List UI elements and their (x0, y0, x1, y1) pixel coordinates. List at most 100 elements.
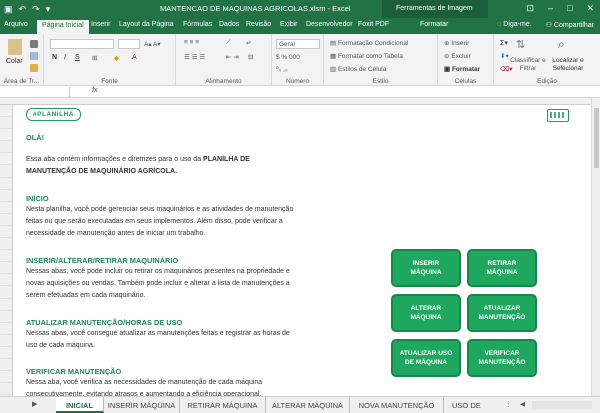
font-color-icon[interactable]: A (132, 54, 137, 61)
row-header[interactable] (0, 371, 12, 384)
row-header[interactable] (0, 311, 12, 323)
tab-desenvolvedor[interactable]: Desenvolvedor (306, 21, 353, 28)
undo-icon[interactable]: ↶ (19, 3, 27, 15)
inserir-maquina-button[interactable]: INSERIR MÁQUINA (391, 249, 461, 287)
font-size-box[interactable] (118, 39, 140, 49)
sheet-tab-uso-de[interactable]: USO DE (444, 397, 490, 413)
row-header[interactable] (0, 141, 12, 154)
row-header[interactable] (0, 347, 12, 359)
tab-layout[interactable]: Layout da Página (119, 21, 174, 28)
format-painter-icon[interactable] (30, 64, 38, 72)
save-icon[interactable]: ▣ (4, 3, 13, 15)
align-top-icon[interactable]: ≡ ≡ ≡ (184, 39, 199, 46)
row-header[interactable] (0, 117, 12, 130)
maximize-icon[interactable]: □ (567, 3, 572, 14)
vertical-scrollbar[interactable] (591, 98, 600, 396)
tab-dados[interactable]: Dados (219, 21, 239, 28)
sheet-nav-right-icon[interactable]: ▶ (32, 400, 37, 408)
borders-icon[interactable]: ⊞ (92, 54, 97, 62)
row-header[interactable] (0, 129, 12, 142)
cell-styles-button[interactable]: ▥ Estilos de Célula (330, 65, 386, 73)
sheet-tab-alterar-maquina[interactable]: ALTERAR MÁQUINA (266, 397, 350, 413)
conditional-formatting-button[interactable]: ▤ Formatação Condicional (330, 39, 408, 47)
autosum-icon[interactable]: Σ▾ (500, 39, 508, 47)
sort-filter-button[interactable]: Classificar e Filtrar (510, 57, 546, 73)
customize-toolbar-icon[interactable]: ▾ (46, 3, 51, 15)
font-name-box[interactable] (50, 39, 114, 49)
scroll-thumb[interactable] (594, 108, 599, 168)
row-header[interactable] (0, 238, 12, 251)
row-header[interactable] (0, 359, 12, 372)
row-header[interactable] (0, 165, 12, 178)
row-header[interactable] (0, 178, 12, 190)
paste-button[interactable]: Colar (6, 58, 23, 65)
bold-icon[interactable]: N (52, 54, 57, 61)
delete-cells-button[interactable]: ⊖ Excluir (444, 52, 471, 60)
fill-icon[interactable]: ⬇▾ (500, 52, 509, 60)
tab-pagina-inicial[interactable]: Página Inicial (37, 20, 89, 34)
format-as-table-button[interactable]: ▦ Formatar como Tabela (330, 52, 403, 60)
close-icon[interactable]: ✕ (586, 3, 594, 14)
row-header[interactable] (0, 250, 12, 263)
row-header[interactable] (0, 153, 12, 166)
retirar-maquina-button[interactable]: RETIRAR MÁQUINA (467, 249, 537, 287)
sheet-tab-inserir-maquina[interactable]: INSERIR MÁQUINA (104, 397, 180, 413)
tab-inserir[interactable]: Inserir (91, 21, 110, 28)
indent-icon[interactable]: ⇤ ⇥ (226, 53, 239, 61)
tab-foxit-pdf[interactable]: Foxit PDF (358, 21, 389, 28)
row-header[interactable] (0, 286, 12, 299)
currency-icon[interactable]: $ % 000 (276, 54, 300, 61)
tab-options-icon[interactable]: ⋮ (505, 400, 512, 408)
tab-arquivo[interactable]: Arquivo (4, 21, 28, 28)
grow-font-icon[interactable]: A▴ A▾ (144, 40, 161, 48)
name-box[interactable] (0, 87, 70, 97)
row-header[interactable] (0, 202, 12, 214)
share-button[interactable]: ⚇ Compartilhar (546, 21, 594, 29)
atualizar-uso-button[interactable]: ATUALIZAR USO DE MÁQUINA (391, 339, 461, 377)
number-format-select[interactable]: Geral (276, 39, 320, 49)
wrap-text-icon[interactable]: ↵ (246, 39, 251, 47)
find-select-button[interactable]: Localizar e Selecionar (548, 57, 588, 73)
redo-icon[interactable]: ↷ (32, 3, 40, 15)
scroll-left-icon[interactable]: ◀ (520, 400, 525, 408)
align-left-icon[interactable]: ☰ ☰ ☰ (184, 53, 205, 61)
tab-formulas[interactable]: Fórmulas (183, 21, 212, 28)
merge-icon[interactable]: ⊟ (248, 53, 253, 61)
insert-cells-button[interactable]: ⊕ Inserir (444, 39, 469, 47)
row-header[interactable] (0, 262, 12, 275)
tab-formatar[interactable]: Formatar (420, 21, 448, 28)
row-header[interactable] (0, 190, 12, 202)
tab-exibir[interactable]: Exibir (280, 21, 298, 28)
row-header[interactable] (0, 383, 12, 396)
find-select-icon[interactable]: ⌕ (558, 37, 565, 52)
decimal-icon[interactable]: ⁰₀ ,₀ (276, 65, 288, 73)
row-header[interactable] (0, 274, 12, 287)
cut-icon[interactable] (30, 40, 38, 48)
ribbon-options-icon[interactable]: ⊡ (526, 3, 534, 14)
tell-me-box[interactable]: ◌ Diga-me. (497, 21, 532, 29)
tab-revisao[interactable]: Revisão (246, 21, 271, 28)
minimize-icon[interactable]: – (548, 3, 553, 14)
sort-filter-icon[interactable]: ⇅ (516, 38, 525, 51)
atualizar-manutencao-button[interactable]: ATUALIZAR MANUTENÇÃO (467, 294, 537, 332)
alterar-maquina-button[interactable]: ALTERAR MÁQUINA (391, 294, 461, 332)
insert-function-icon[interactable]: fx (92, 87, 97, 94)
horizontal-scrollbar[interactable] (532, 401, 592, 409)
copy-icon[interactable] (30, 52, 38, 60)
row-header[interactable] (0, 299, 12, 311)
fill-color-icon[interactable]: ◆ (114, 54, 119, 62)
format-cells-button[interactable]: ▣ Formatar (444, 65, 480, 73)
row-header[interactable] (0, 335, 12, 347)
sheet-tab-nova-manutencao[interactable]: NOVA MANUTENÇÃO (350, 397, 444, 413)
sheet-tab-retirar-maquina[interactable]: RETIRAR MÁQUINA (180, 397, 266, 413)
underline-icon[interactable]: S (75, 54, 80, 61)
row-header[interactable] (0, 214, 12, 226)
italic-icon[interactable]: I (64, 54, 66, 61)
row-header[interactable] (0, 323, 12, 335)
paste-icon[interactable] (8, 39, 22, 55)
sheet-tab-inicial[interactable]: INICIAL (56, 397, 104, 413)
row-header[interactable] (0, 105, 12, 118)
verificar-manutencao-button[interactable]: VERIFICAR MANUTENÇÃO (467, 339, 537, 377)
row-header[interactable] (0, 226, 12, 239)
orientation-icon[interactable]: ⟋ (226, 39, 231, 47)
